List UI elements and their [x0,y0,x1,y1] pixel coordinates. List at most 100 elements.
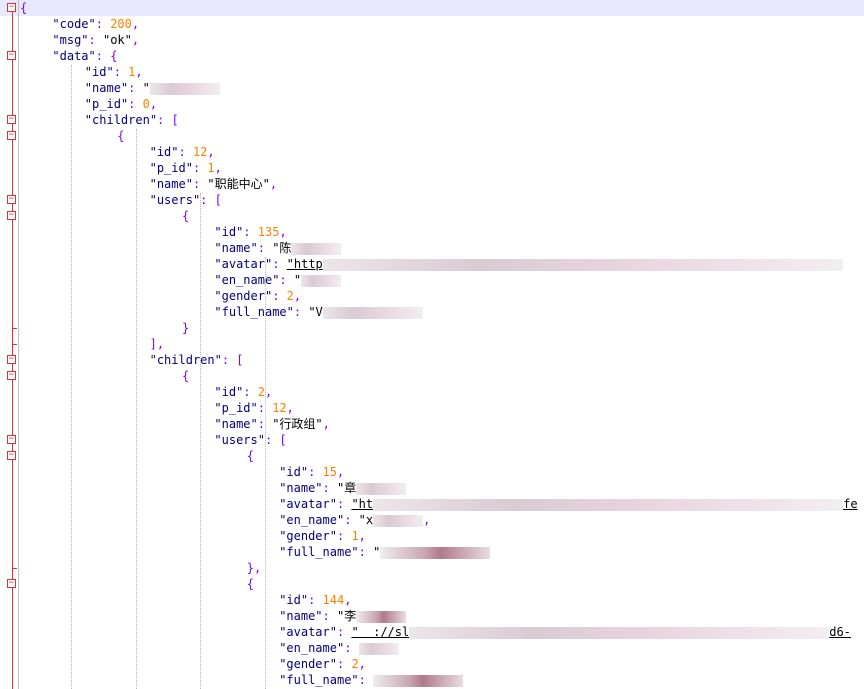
code-line[interactable]: }, [247,560,261,576]
code-line[interactable]: { [117,128,124,144]
redacted-value [322,306,423,319]
comma: , [135,65,143,79]
code-line[interactable]: "name": "李 [279,608,407,624]
indent-guide [265,257,267,689]
code-line[interactable]: "gender": 1, [279,528,366,544]
code-line[interactable]: "id": 15, [279,464,344,480]
json-key: "avatar" [279,625,337,639]
fold-toggle-icon[interactable]: − [7,211,16,220]
code-line[interactable]: "avatar": " ://sl d6- [279,624,851,640]
code-line[interactable]: "name": "职能中心", [150,176,278,192]
fold-toggle-icon[interactable]: − [7,355,16,364]
code-line[interactable]: "full_name": " [279,544,491,560]
colon: : [272,289,287,303]
code-line[interactable]: "id": 2, [214,384,272,400]
json-string: "V [308,305,323,319]
code-line[interactable]: "children": [ [85,112,179,128]
code-line[interactable]: "full_name": [279,672,464,688]
json-string: "行政组" [272,417,323,431]
code-line[interactable]: "code": 200, [52,16,139,32]
json-bracket: { [182,209,190,223]
code-line[interactable]: "gender": 2, [279,656,366,672]
code-line[interactable]: "avatar": "http [214,256,843,272]
code-line[interactable]: "id": 1, [85,64,143,80]
colon: : [308,593,323,607]
code-line[interactable]: "data": { [52,48,117,64]
code-line[interactable]: "children": [ [150,352,244,368]
redacted-value [373,674,464,687]
colon: : [221,353,237,367]
colon: : [336,625,352,639]
code-line[interactable]: "en_name": "x, [279,512,430,528]
json-bracket: { [117,129,125,143]
colon: : [344,641,359,655]
fold-toggle-icon[interactable]: − [7,115,16,124]
comma: , [131,33,140,47]
json-key: "gender" [279,657,337,671]
json-bracket: [ [171,113,179,127]
code-line[interactable]: ], [150,336,164,352]
json-bracket: { [110,49,118,63]
code-line[interactable]: "name": "章 [279,480,407,496]
colon: : [257,401,273,415]
code-line[interactable]: "gender": 2, [214,288,301,304]
json-editor[interactable]: {− "code": 200, "msg": "ok", "data": {− "id"… [0,0,864,689]
code-line[interactable]: { [247,576,254,592]
fold-toggle-icon[interactable]: − [7,371,16,380]
code-line[interactable]: "en_name": " [214,272,342,288]
json-string: " [293,273,302,287]
json-number: 2 [257,385,265,399]
colon: : [308,465,323,479]
code-line[interactable]: "p_id": 1, [150,160,222,176]
json-string-tail: d6- [829,625,851,639]
code-line[interactable]: { [182,368,189,384]
redacted-value [409,626,830,639]
fold-toggle-icon[interactable]: − [7,131,16,140]
json-key: "children" [149,353,222,367]
code-line[interactable]: "id": 135, [214,224,286,240]
code-line[interactable]: "id": 144, [279,592,351,608]
colon: : [336,497,352,511]
code-line[interactable]: { [182,208,189,224]
colon: : [322,481,337,495]
fold-toggle-icon[interactable]: − [7,51,16,60]
code-line[interactable]: "name": "陈 [214,240,342,256]
code-line[interactable]: "id": 12, [150,144,215,160]
redacted-value [373,514,424,527]
fold-toggle-icon[interactable]: − [7,451,16,460]
json-number: 200 [110,17,132,31]
fold-toggle-icon[interactable]: − [7,435,16,444]
code-line[interactable]: "avatar": "ht fe [279,496,857,512]
code-line[interactable]: "en_name": [279,640,399,656]
json-key: "name" [214,241,258,255]
code-line[interactable]: "p_id": 0, [85,96,157,112]
json-key: "avatar" [214,257,273,271]
code-line[interactable]: "p_id": 12, [214,400,294,416]
colon: : [192,161,208,175]
code-line[interactable]: "name": " [85,80,220,96]
code-line[interactable]: "users": [ [150,192,222,208]
colon: : [293,305,309,319]
colon: : [157,113,172,127]
code-line[interactable]: { [247,448,254,464]
colon: : [336,529,352,543]
fold-toggle-icon[interactable]: − [7,195,16,204]
code-line[interactable]: "full_name": "V [214,304,423,320]
colon: : [128,81,143,95]
code-line[interactable]: } [182,320,189,336]
fold-toggle-icon[interactable]: − [7,579,16,588]
comma: , [149,97,158,111]
comma: , [322,417,330,431]
code-line[interactable]: "msg": "ok", [52,32,139,48]
fold-toggle-icon[interactable]: − [7,3,16,12]
json-number: 1 [351,529,359,543]
colon: : [257,417,273,431]
colon: : [200,193,215,207]
code-line[interactable]: "name": "行政组", [214,416,330,432]
code-line[interactable]: { [20,0,27,16]
code-line[interactable]: "users": [ [214,432,286,448]
comma: , [358,657,366,671]
comma: , [279,225,287,239]
json-key: "p_id" [84,97,129,111]
json-number: 2 [286,289,294,303]
